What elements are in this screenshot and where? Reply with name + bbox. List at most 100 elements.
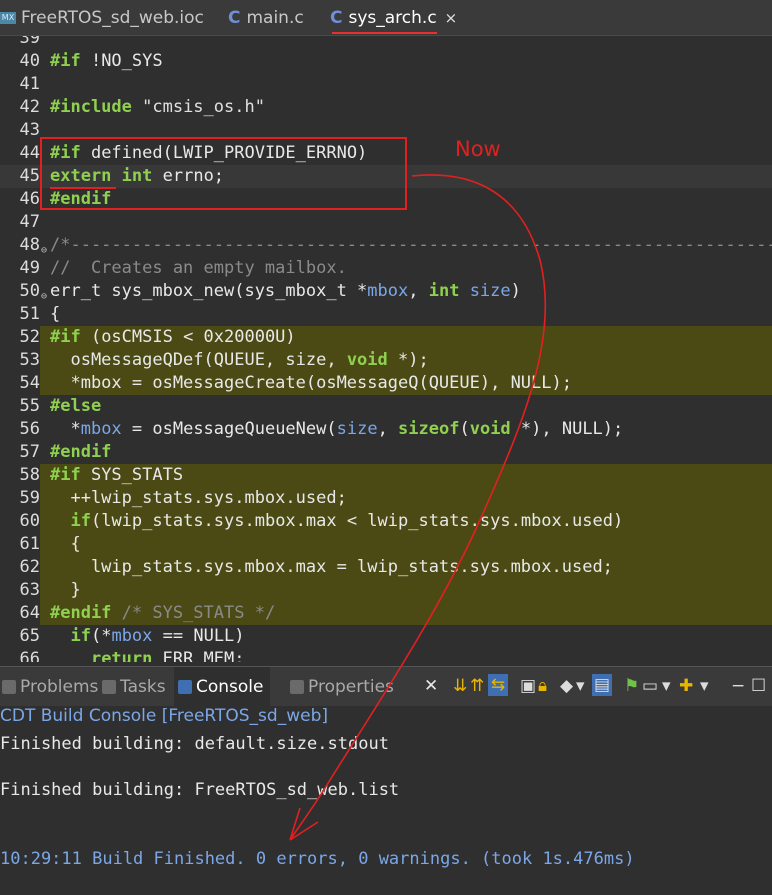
line-number: 64 [0,602,40,625]
tab-main-c[interactable]: Cmain.c [228,0,304,36]
line-number: 57 [19,442,40,462]
annotation-underline [50,187,116,189]
code-line: 49 // Creates an empty mailbox. [0,257,772,280]
tab-sys-arch-c[interactable]: Csys_arch.c × [330,0,457,36]
code-text: if(lwip_stats.sys.mbox.max < lwip_stats.… [70,511,624,531]
code-text: // Creates an empty mailbox. [50,258,347,278]
tab-properties[interactable]: Properties [290,667,394,707]
tab-console[interactable]: Console [174,667,270,707]
line-number: 65 [19,626,40,646]
line-number: 49 [19,258,40,278]
tab-label: Problems [20,677,99,697]
code-line: 48 ⊖/*-----------------------------------… [0,234,772,257]
line-number: 51 [19,304,40,324]
minimize-icon[interactable]: − [731,676,745,696]
maximize-icon[interactable]: ☐ [751,676,766,696]
code-editor[interactable]: 39 40 #if !NO_SYS 41 42 #include "cmsis_os… [0,36,772,662]
code-line-inactive: 53 osMessageQDef(QUEUE, size, void *); [0,349,772,372]
editor-tab-bar: MX FreeRTOS_sd_web.ioc Cmain.c Csys_arch.… [0,0,772,36]
code-text: #if SYS_STATS [50,465,184,485]
code-line: 51 { [0,303,772,326]
line-number: 66 [19,649,40,662]
line-number: 54 [0,372,40,395]
line-number: 56 [19,419,40,439]
c-file-icon: C [330,8,343,28]
stm32cubemx-icon: MX [0,12,16,24]
code-line-inactive: 54 *mbox = osMessageCreate(osMessageQ(QU… [0,372,772,395]
new-console-icon[interactable]: ✚ [679,676,693,696]
line-number: 59 [0,487,40,510]
eraser-icon[interactable]: ◆ [560,676,573,696]
word-wrap-icon[interactable]: ⇆ [488,674,508,696]
scroll-up-icon[interactable]: ⇈ [470,676,484,696]
terminate-icon[interactable]: ▾ [576,676,585,696]
clear-console-button[interactable]: ✕ [424,676,438,696]
pin-icon[interactable]: ⚑ [624,676,639,696]
tab-label: FreeRTOS_sd_web.ioc [21,8,204,28]
code-text: ++lwip_stats.sys.mbox.used; [50,488,347,508]
code-text: *mbox = osMessageCreate(osMessageQ(QUEUE… [50,373,572,393]
console-subtitle: CDT Build Console [FreeRTOS_sd_web] [0,706,328,726]
console-output[interactable]: CDT Build Console [FreeRTOS_sd_web] Fini… [0,706,772,895]
code-line: 40 #if !NO_SYS [0,50,772,73]
tab-tasks[interactable]: Tasks [102,667,166,707]
code-line-inactive: 58 #if SYS_STATS [0,464,772,487]
tab-label: Console [196,677,264,697]
line-number: 44 [19,143,40,163]
code-text: /*--------------------------------------… [50,235,772,255]
line-number: 45 [19,166,40,186]
console-icon [178,680,192,694]
code-text: { [50,534,81,554]
problems-icon [2,680,16,694]
code-line: 56 *mbox = osMessageQueueNew(size, sizeo… [0,418,772,441]
code-text: osMessageQDef(QUEUE, size, void *); [50,350,429,370]
code-line: 39 [0,36,772,50]
line-number: 40 [19,51,40,71]
line-number: 42 [19,97,40,117]
console-line: Finished building: FreeRTOS_sd_web.list [0,780,400,800]
annotation-label: Now [455,137,501,161]
tab-label: sys_arch.c [348,8,437,28]
line-number: 50 [19,281,40,301]
line-number: 39 [19,36,40,48]
lock-icon[interactable]: 🔒︎ [538,676,547,696]
code-text: { [50,304,61,324]
code-text: #endif [50,442,112,462]
code-line-inactive: 63 } [0,579,772,602]
code-text: #include "cmsis_os.h" [50,97,265,117]
code-text: err_t sys_mbox_new(sys_mbox_t *mbox, int… [50,281,521,301]
annotation-underline [332,32,438,34]
tab-freertos-ioc[interactable]: MX FreeRTOS_sd_web.ioc [0,0,204,36]
display-selected-console-icon[interactable]: ▤ [592,674,612,696]
code-line: 55 #else [0,395,772,418]
code-line: 50 ⊖ err_t sys_mbox_new(sys_mbox_t *mbox, … [0,280,772,303]
tasks-icon [102,680,116,694]
code-text: #if !NO_SYS [50,51,163,71]
code-text: } [50,580,81,600]
close-icon[interactable]: × [445,9,458,27]
line-number: 58 [0,464,40,487]
code-line: 47 [0,211,772,234]
console-line-build-finished: 10:29:11 Build Finished. 0 errors, 0 war… [0,849,635,869]
code-text: *mbox = osMessageQueueNew(size, sizeof(v… [50,419,624,439]
monitor-icon[interactable]: ▭ [642,676,658,696]
tab-label: Properties [308,677,394,697]
scroll-lock-icon[interactable]: ⇊ [453,676,467,696]
line-number: 47 [19,212,40,232]
line-number: 53 [0,349,40,372]
chevron-down-icon[interactable]: ▾ [662,676,671,696]
line-number: 46 [19,189,40,209]
line-number: 60 [0,510,40,533]
code-text: #else [50,396,102,416]
code-text: #if (osCMSIS < 0x20000U) [50,327,296,347]
tab-label: main.c [246,8,304,28]
code-line: 57 #endif [0,441,772,464]
pin-console-icon[interactable]: ▣ [520,676,536,696]
code-line: 66 return ERR_MEM; [0,648,772,662]
line-number: 63 [0,579,40,602]
console-line: Finished building: default.size.stdout [0,734,389,754]
chevron-down-icon[interactable]: ▾ [700,676,709,696]
line-number: 41 [19,74,40,94]
tab-problems[interactable]: Problems [2,667,98,707]
code-line-inactive: 59 ++lwip_stats.sys.mbox.used; [0,487,772,510]
